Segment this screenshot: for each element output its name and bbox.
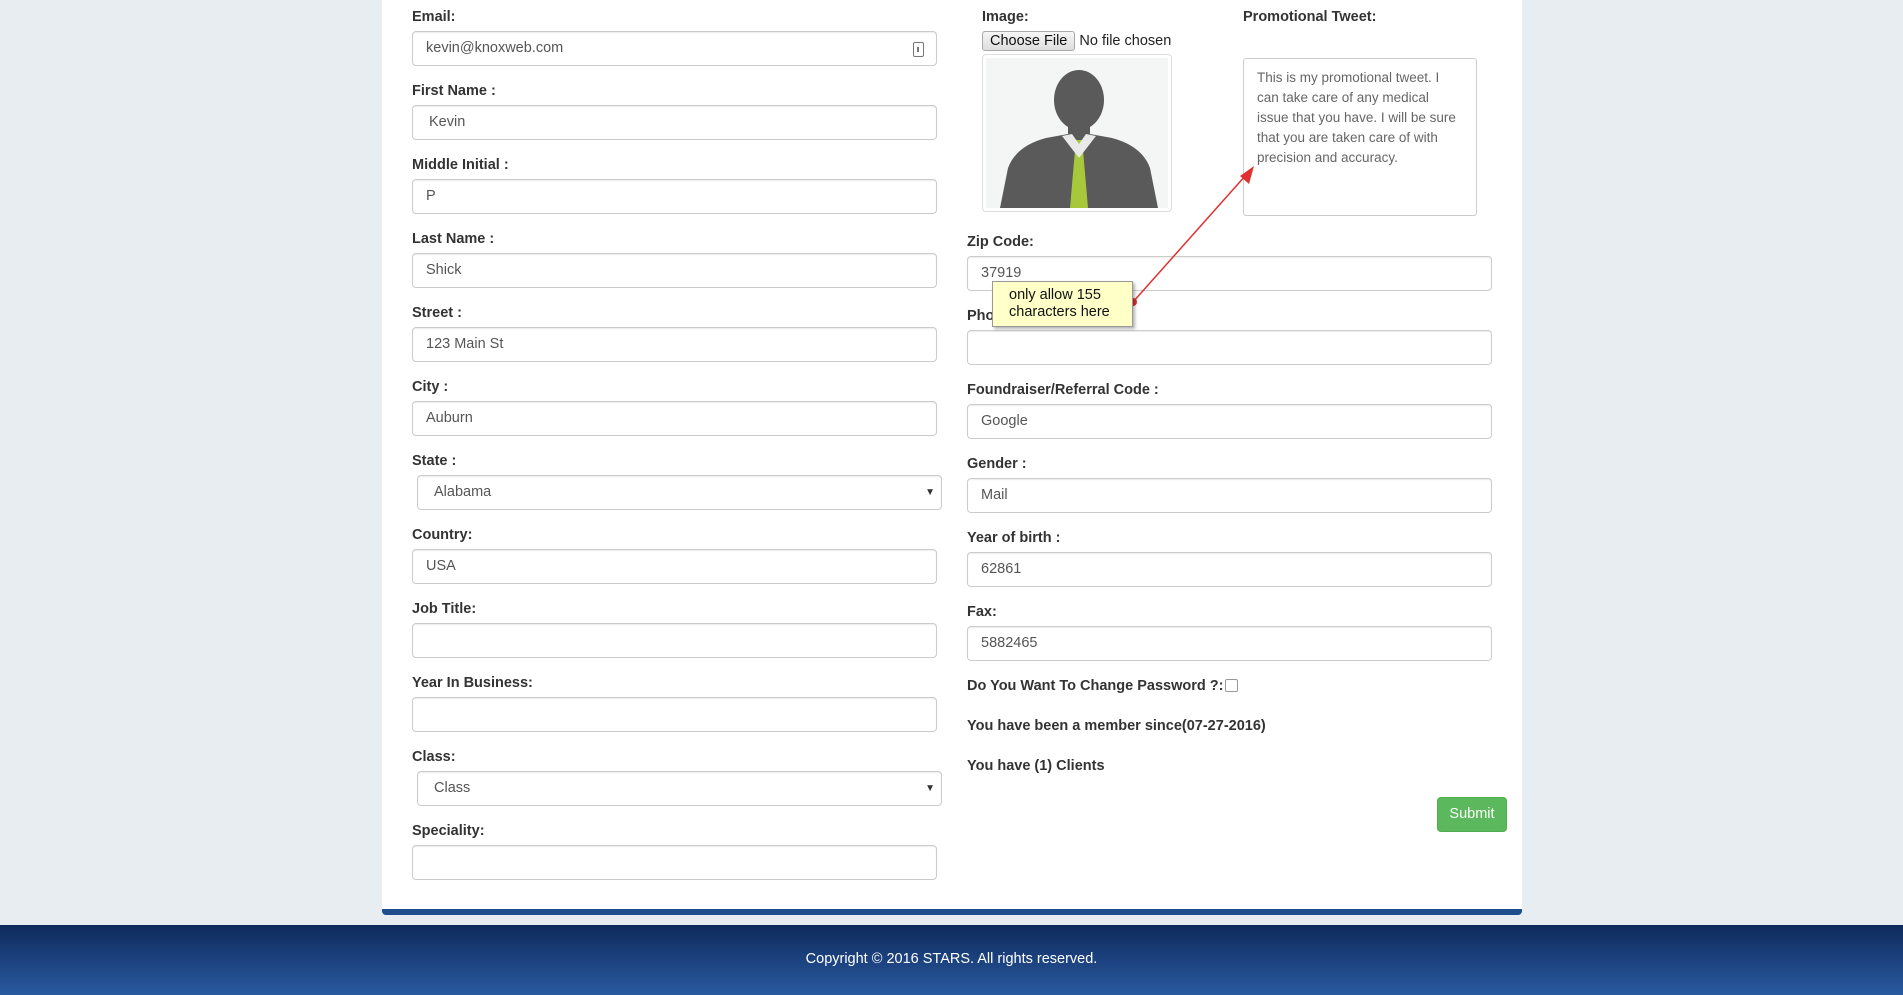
submit-button[interactable]: Submit (1437, 797, 1507, 832)
speciality-group: Speciality: (412, 821, 937, 880)
last-name-group: Last Name : Shick (412, 229, 937, 288)
choose-file-button[interactable]: Choose File (982, 31, 1076, 51)
year-in-business-group: Year In Business: (412, 673, 937, 732)
annotation-line-2: characters here (1009, 304, 1110, 320)
referral-value: Google (981, 413, 1028, 429)
fax-group: Fax: 5882465 (967, 602, 1492, 661)
email-input[interactable]: kevin@knoxweb.com (412, 31, 937, 66)
promo-tweet-value: This is my promotional tweet. I can take… (1257, 70, 1456, 165)
first-name-value: Kevin (429, 114, 466, 130)
city-value: Auburn (426, 410, 473, 426)
city-input[interactable]: Auburn (412, 401, 937, 436)
first-name-input[interactable]: Kevin (412, 105, 937, 140)
year-of-birth-group: Year of birth : 62861 (967, 528, 1492, 587)
gender-group: Gender : Mail (967, 454, 1492, 513)
speciality-input[interactable] (412, 845, 937, 880)
zip-label: Zip Code: (967, 234, 1034, 250)
promo-tweet-label: Promotional Tweet: (1243, 9, 1377, 25)
job-title-group: Job Title: (412, 599, 937, 658)
last-name-value: Shick (426, 262, 462, 278)
country-value: USA (426, 558, 456, 574)
country-input[interactable]: USA (412, 549, 937, 584)
email-group: Email: kevin@knoxweb.com (412, 7, 937, 66)
member-since-text: You have been a member since(07-27-2016) (967, 718, 1266, 734)
middle-initial-input[interactable]: P (412, 179, 937, 214)
clients-count-text: You have (1) Clients (967, 758, 1105, 774)
contact-card-icon[interactable] (913, 42, 924, 57)
avatar-preview (982, 54, 1172, 212)
promo-tweet-textarea[interactable]: This is my promotional tweet. I can take… (1243, 58, 1477, 216)
middle-initial-group: Middle Initial : P (412, 155, 937, 214)
city-label: City : (412, 379, 449, 395)
class-group: Class: Class ▼ (412, 747, 942, 806)
zip-value: 37919 (981, 265, 1022, 281)
job-title-input[interactable] (412, 623, 937, 658)
year-of-birth-label: Year of birth : (967, 530, 1061, 546)
phone-input[interactable] (967, 330, 1492, 365)
speciality-label: Speciality: (412, 823, 485, 839)
file-status: No file chosen (1079, 33, 1172, 49)
fax-input[interactable]: 5882465 (967, 626, 1492, 661)
caret-down-icon: ▼ (925, 487, 935, 498)
referral-label: Foundraiser/Referral Code : (967, 382, 1159, 398)
image-group: Image: Choose File No file chosen (982, 7, 1202, 51)
street-group: Street : 123 Main St (412, 303, 937, 362)
footer: Copyright © 2016 STARS. All rights reser… (0, 925, 1903, 995)
referral-group: Foundraiser/Referral Code : Google (967, 380, 1492, 439)
street-input[interactable]: 123 Main St (412, 327, 937, 362)
change-password-checkbox[interactable] (1225, 679, 1238, 692)
state-group: State : Alabama ▼ (412, 451, 942, 510)
class-label: Class: (412, 749, 456, 765)
gender-label: Gender : (967, 456, 1027, 472)
year-of-birth-input[interactable]: 62861 (967, 552, 1492, 587)
fax-value: 5882465 (981, 635, 1038, 651)
class-value: Class (434, 780, 471, 796)
city-group: City : Auburn (412, 377, 937, 436)
caret-down-icon: ▼ (925, 783, 935, 794)
promo-tweet-group: Promotional Tweet: (1243, 7, 1503, 31)
year-in-business-input[interactable] (412, 697, 937, 732)
last-name-input[interactable]: Shick (412, 253, 937, 288)
first-name-group: First Name : Kevin (412, 81, 937, 140)
state-select[interactable]: Alabama ▼ (417, 475, 942, 510)
country-label: Country: (412, 527, 473, 543)
street-value: 123 Main St (426, 336, 504, 352)
email-value: kevin@knoxweb.com (426, 40, 564, 56)
image-label: Image: (982, 9, 1029, 25)
email-label: Email: (412, 9, 456, 25)
middle-initial-label: Middle Initial : (412, 157, 509, 173)
middle-initial-value: P (426, 188, 436, 204)
state-label: State : (412, 453, 457, 469)
year-in-business-label: Year In Business: (412, 675, 533, 691)
annotation-note: only allow 155 characters here (992, 281, 1133, 327)
gender-value: Mail (981, 487, 1008, 503)
street-label: Street : (412, 305, 462, 321)
annotation-line-1: only allow 155 (1009, 287, 1101, 303)
change-password-label: Do You Want To Change Password ?: (967, 678, 1224, 694)
state-value: Alabama (434, 484, 492, 500)
class-select[interactable]: Class ▼ (417, 771, 942, 806)
country-group: Country: USA (412, 525, 937, 584)
avatar-silhouette-icon (1000, 70, 1158, 208)
referral-input[interactable]: Google (967, 404, 1492, 439)
gender-input[interactable]: Mail (967, 478, 1492, 513)
footer-copyright: Copyright © 2016 STARS. All rights reser… (805, 951, 1098, 967)
first-name-label: First Name : (412, 83, 496, 99)
last-name-label: Last Name : (412, 231, 495, 247)
job-title-label: Job Title: (412, 601, 477, 617)
fax-label: Fax: (967, 604, 997, 620)
year-of-birth-value: 62861 (981, 561, 1022, 577)
